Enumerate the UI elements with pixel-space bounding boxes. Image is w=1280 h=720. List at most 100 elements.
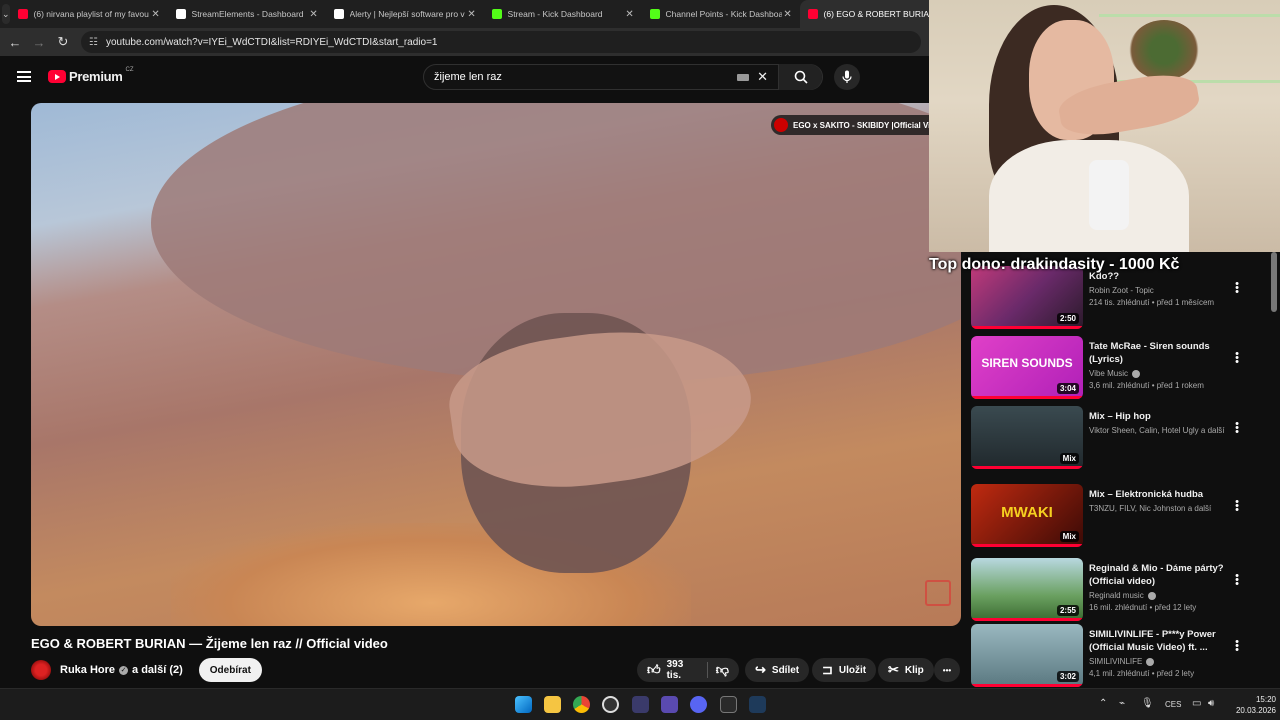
tab-strip: (6) nirvana playlist of my favou ✕ StreamE… xyxy=(10,0,958,28)
app-icon[interactable] xyxy=(632,696,649,713)
list-item[interactable]: SIREN SOUNDS 3:04 Tate McRae - Siren sound… xyxy=(971,336,1271,402)
site-info-icon[interactable]: ☷ xyxy=(89,37,98,48)
reload-icon[interactable]: ↻ xyxy=(51,34,75,50)
video-title[interactable]: Mix – Hip hop xyxy=(1089,410,1239,423)
clear-search-icon[interactable]: ✕ xyxy=(757,69,768,85)
more-options-icon[interactable]: • • • xyxy=(1233,637,1241,656)
discord-icon[interactable] xyxy=(690,696,707,713)
close-tab-icon[interactable]: ✕ xyxy=(150,9,162,20)
list-item[interactable]: 3:02 SIMILIVINLIFE - P***y Power (Officia… xyxy=(971,624,1271,688)
video-title[interactable]: SIMILIVINLIFE - P***y Power (Official Mu… xyxy=(1089,628,1239,654)
like-icon[interactable]: 👍︎ xyxy=(647,662,661,678)
app-icon[interactable] xyxy=(749,696,766,713)
channel-line: Viktor Sheen, Calin, Hotel Ugly a další xyxy=(1089,426,1239,435)
list-item[interactable]: 2:50 Kdo?? Robin Zoot - Topic 214 tis. zhlé… xyxy=(971,266,1271,332)
search-icon xyxy=(794,70,808,84)
search-box[interactable]: žijeme len raz ✕ xyxy=(423,64,823,90)
keyboard-icon[interactable] xyxy=(737,73,750,81)
volume-icon[interactable]: 🔊︎ xyxy=(1208,698,1214,709)
forward-icon[interactable]: → xyxy=(27,35,51,50)
more-options-icon[interactable]: • • • xyxy=(1233,497,1241,516)
channel-watermark-icon[interactable] xyxy=(925,580,951,606)
end-card-chip[interactable]: EGO x SAKITO - SKIBIDY |Official Video xyxy=(771,115,931,135)
browser-tab[interactable]: Channel Points - Kick Dashboard ✕ xyxy=(642,0,800,28)
subscribe-button[interactable]: Odebírat xyxy=(198,658,262,682)
watch-progress-bar xyxy=(971,618,1083,621)
close-tab-icon[interactable]: ✕ xyxy=(308,9,320,20)
clock-time: 15:20 xyxy=(1255,695,1276,704)
scrollbar[interactable] xyxy=(1271,252,1277,312)
like-count[interactable]: 393 tis. xyxy=(667,659,699,681)
more-options-icon[interactable]: • • • xyxy=(1233,571,1241,590)
share-button[interactable]: ↪ Sdílet xyxy=(745,658,810,682)
video-title[interactable]: Tate McRae - Siren sounds (Lyrics) xyxy=(1089,340,1239,366)
channel-name[interactable]: Vibe Music xyxy=(1089,369,1128,378)
browser-tab[interactable]: Stream - Kick Dashboard ✕ xyxy=(484,0,642,28)
list-item[interactable]: MWAKI Mix Mix – Elektronická hudba T3NZU, F… xyxy=(971,484,1271,550)
tab-title: Alerty | Nejlepší software pro v xyxy=(349,9,465,19)
voice-search-button[interactable] xyxy=(834,64,860,90)
start-icon[interactable] xyxy=(515,696,532,713)
divider xyxy=(706,662,708,678)
channel-name[interactable]: Reginald music xyxy=(1089,591,1144,600)
clip-button[interactable]: ✂ Klip xyxy=(878,658,934,682)
video-thumbnail[interactable]: 2:55 xyxy=(971,558,1083,621)
obs-icon[interactable] xyxy=(602,696,619,713)
browser-tab[interactable]: Alerty | Nejlepší software pro v ✕ xyxy=(326,0,484,28)
verified-icon xyxy=(1131,369,1140,378)
search-button[interactable] xyxy=(778,64,822,90)
video-player[interactable] xyxy=(31,103,961,626)
back-icon[interactable]: ← xyxy=(3,35,27,50)
more-actions-button[interactable]: ••• xyxy=(934,658,960,682)
microphone-icon[interactable]: 🎙︎ xyxy=(1141,698,1154,709)
chevron-up-icon[interactable]: ⌃ xyxy=(1099,698,1107,709)
close-tab-icon[interactable]: ✕ xyxy=(624,9,636,20)
list-item[interactable]: 2:55 Reginald & Mio - Dáme párty? (Offici… xyxy=(971,558,1271,624)
address-bar[interactable]: ☷ youtube.com/watch?v=IYEi_WdCTDI&list=R… xyxy=(81,31,921,53)
search-input[interactable]: žijeme len raz xyxy=(424,71,737,83)
channel-name[interactable]: Viktor Sheen, Calin, Hotel Ugly a další xyxy=(1089,426,1224,435)
channel-name[interactable]: T3NZU, FILV, Nic Johnston a další xyxy=(1089,504,1211,513)
video-meta: SIMILIVINLIFE - P***y Power (Official Mu… xyxy=(1089,628,1239,678)
channel-name[interactable]: Robin Zoot - Topic xyxy=(1089,286,1154,295)
clip-label: Klip xyxy=(904,664,924,676)
video-title[interactable]: Mix – Elektronická hudba xyxy=(1089,488,1239,501)
video-thumbnail[interactable]: Mix xyxy=(971,406,1083,469)
avatar[interactable] xyxy=(31,660,51,680)
more-options-icon[interactable]: • • • xyxy=(1233,419,1241,438)
chrome-icon[interactable] xyxy=(573,696,590,713)
channel-row: Ruka Hore ✓ a další (2) Odebírat xyxy=(31,658,262,682)
channel-line: Reginald music xyxy=(1089,591,1239,600)
close-tab-icon[interactable]: ✕ xyxy=(782,9,794,20)
more-options-icon[interactable]: • • • xyxy=(1233,279,1241,298)
video-thumbnail[interactable]: 2:50 xyxy=(971,266,1083,329)
video-thumbnail[interactable]: SIREN SOUNDS 3:04 xyxy=(971,336,1083,399)
share-label: Sdílet xyxy=(771,664,800,676)
save-button[interactable]: ⊐ Uložit xyxy=(812,658,877,682)
tab-title: (6) nirvana playlist of my favou xyxy=(33,9,149,19)
clock[interactable]: 15:20 20.03.2026 xyxy=(1226,694,1276,716)
network-icon[interactable]: ⌁ xyxy=(1119,698,1125,709)
file-explorer-icon[interactable] xyxy=(544,696,561,713)
youtube-logo[interactable]: Premium CZ xyxy=(48,67,134,84)
browser-tab[interactable]: (6) nirvana playlist of my favou ✕ xyxy=(10,0,168,28)
video-title[interactable]: Reginald & Mio - Dáme párty? (Official v… xyxy=(1089,562,1239,588)
channel-name[interactable]: SIMILIVINLIFE xyxy=(1089,657,1142,666)
channel-name[interactable]: Ruka Hore xyxy=(60,664,115,676)
close-tab-icon[interactable]: ✕ xyxy=(466,9,478,20)
language-indicator[interactable]: CES xyxy=(1165,700,1181,709)
video-thumbnail[interactable]: 3:02 xyxy=(971,624,1083,687)
dislike-icon[interactable]: 👎︎ xyxy=(716,662,729,678)
monitor-icon[interactable]: ▭ xyxy=(1192,698,1201,709)
streamlabs-icon[interactable] xyxy=(661,696,678,713)
channel-collaborators[interactable]: a další (2) xyxy=(132,664,183,676)
video-stats: 3,6 mil. zhlédnutí • před 1 rokem xyxy=(1089,381,1204,390)
tab-search-icon[interactable]: ⌄ xyxy=(2,4,10,24)
browser-tab[interactable]: StreamElements - Dashboard ✕ xyxy=(168,0,326,28)
video-thumbnail[interactable]: MWAKI Mix xyxy=(971,484,1083,547)
menu-icon[interactable] xyxy=(17,71,31,82)
more-options-icon[interactable]: • • • xyxy=(1233,349,1241,368)
epic-games-icon[interactable] xyxy=(720,696,737,713)
list-item[interactable]: Mix Mix – Hip hop Viktor Sheen, Calin, Hot… xyxy=(971,406,1271,472)
thumbnail-text: SIREN SOUNDS xyxy=(981,356,1073,370)
